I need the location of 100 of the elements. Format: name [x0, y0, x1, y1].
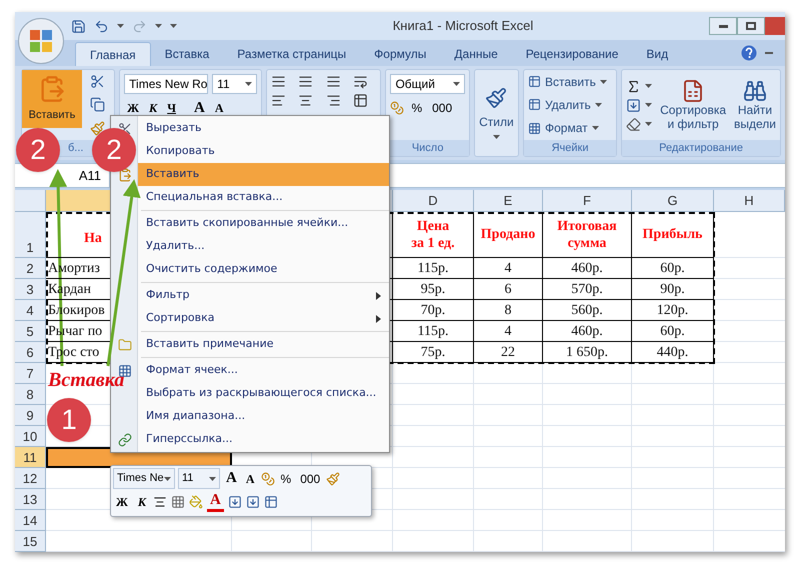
menu-item[interactable]: Выбрать из раскрывающегося списка...	[138, 382, 389, 405]
italic-button[interactable]: К	[134, 492, 150, 512]
row-header[interactable]: 15	[15, 531, 46, 552]
caret-icon	[645, 103, 652, 107]
font-name-field[interactable]: Times New Ro	[124, 74, 208, 94]
ribbon-tab[interactable]: Формулы	[360, 42, 440, 66]
table-cell: Итоговая сумма	[543, 212, 632, 258]
wrap-text-icon	[352, 74, 368, 89]
row-header[interactable]: 7	[15, 363, 46, 384]
sort-filter-button[interactable]: Сортировка и фильтр	[660, 79, 726, 131]
minimize-button[interactable]	[709, 17, 737, 35]
thousands-button[interactable]: 000	[297, 468, 324, 488]
shrink-font-button[interactable]: A	[212, 98, 227, 118]
row-header[interactable]: 1	[15, 212, 46, 258]
caret-icon	[209, 476, 216, 480]
row-header[interactable]: 4	[15, 300, 46, 321]
row-header[interactable]: 2	[15, 258, 46, 279]
row-header[interactable]: 10	[15, 426, 46, 447]
button-label: выдели	[734, 117, 776, 131]
menu-item[interactable]: Вставить	[138, 163, 389, 186]
office-logo-icon	[28, 28, 54, 54]
table-cell: Цена за 1 ед.	[393, 212, 474, 258]
caret-icon	[645, 84, 652, 88]
bold-button[interactable]: Ж	[113, 492, 131, 512]
grow-font-button[interactable]: A	[191, 98, 208, 118]
menu-item[interactable]: Формат ячеек...	[138, 359, 389, 382]
currency-icon	[260, 472, 275, 486]
font-size-field[interactable]: 11	[178, 468, 220, 489]
paste-button[interactable]: Вставить	[22, 70, 82, 128]
column-header[interactable]: G	[632, 190, 714, 211]
menu-item[interactable]: Гиперссылка...	[138, 428, 389, 451]
table-cell: 75р.	[393, 342, 474, 363]
menu-item[interactable]: Фильтр	[138, 284, 389, 307]
align-center-icon	[153, 495, 168, 509]
ribbon-tab[interactable]: Разметка страницы	[223, 42, 360, 66]
merge-icon	[264, 495, 278, 509]
undo-icon	[94, 18, 109, 34]
menu-item[interactable]: Сортировка	[138, 307, 389, 330]
row-header[interactable]: 14	[15, 510, 46, 531]
caret-icon	[594, 102, 602, 107]
row-header[interactable]: 11	[15, 447, 46, 468]
caret-icon	[452, 82, 460, 86]
save-icon	[71, 18, 86, 34]
table-cell: 95р.	[393, 279, 474, 300]
table-cell	[474, 363, 543, 384]
caret-icon	[244, 82, 252, 86]
percent-button[interactable]: %	[408, 98, 426, 118]
row-header[interactable]: 9	[15, 405, 46, 426]
ribbon-tab[interactable]: Вид	[632, 42, 682, 66]
cells-button[interactable]: Формат	[528, 119, 612, 138]
menu-item[interactable]: Имя диапазона...	[138, 405, 389, 428]
number-format-field[interactable]: Общий	[390, 74, 465, 94]
grow-font-button[interactable]: A	[223, 468, 240, 488]
table-cell: 1 650р.	[543, 342, 632, 363]
menu-item[interactable]: Вырезать	[138, 117, 389, 140]
percent-button[interactable]: %	[278, 468, 294, 488]
help-icon[interactable]	[741, 45, 757, 61]
cells-button[interactable]: Вставить	[528, 72, 612, 91]
table-cell: 4	[474, 321, 543, 342]
menu-item[interactable]: Специальная вставка...	[138, 186, 389, 209]
column-header[interactable]: H	[714, 190, 785, 211]
menu-item[interactable]: Удалить...	[138, 235, 389, 258]
row-header[interactable]: 12	[15, 468, 46, 489]
window-title: Книга1 - Microsoft Excel	[392, 17, 534, 36]
font-name-field[interactable]: Times Ne	[113, 468, 175, 489]
row-header[interactable]: 13	[15, 489, 46, 510]
row-header[interactable]: 6	[15, 342, 46, 363]
menu-item[interactable]: Очистить содержимое	[138, 258, 389, 281]
ribbon-tab[interactable]: Вставка	[150, 42, 224, 66]
align-center-icon	[298, 93, 314, 108]
underline-button[interactable]: Ч	[164, 98, 179, 118]
table-cell	[474, 468, 543, 489]
menu-item[interactable]: Копировать	[138, 140, 389, 163]
table-cell	[474, 510, 543, 531]
column-header[interactable]: F	[543, 190, 632, 211]
ribbon-tab[interactable]: Данные	[440, 42, 512, 66]
font-color-button[interactable]: A	[207, 492, 224, 512]
find-button[interactable]: Найти выдели	[734, 79, 776, 131]
column-header[interactable]: E	[474, 190, 543, 211]
brush-icon	[326, 472, 340, 486]
cells-button[interactable]: Удалить	[528, 96, 612, 114]
italic-button[interactable]: К	[146, 98, 160, 118]
menu-item[interactable]: Вставить примечание	[138, 333, 389, 356]
menu-item[interactable]: Вставить скопированные ячейки...	[138, 212, 389, 235]
row-header[interactable]: 8	[15, 384, 46, 405]
column-header[interactable]: D	[393, 190, 474, 211]
caret-icon	[492, 135, 500, 139]
maximize-button[interactable]	[737, 17, 765, 35]
ribbon-tab[interactable]: Рецензирование	[512, 42, 632, 66]
shrink-font-button[interactable]: A	[242, 468, 258, 488]
thousands-button[interactable]: 000	[429, 98, 456, 118]
bold-button[interactable]: Ж	[124, 98, 142, 118]
table-cell: 4	[474, 258, 543, 279]
row-header[interactable]: 3	[15, 279, 46, 300]
office-button[interactable]	[18, 18, 64, 64]
row-header[interactable]: 5	[15, 321, 46, 342]
font-size-field[interactable]: 11	[212, 74, 257, 94]
button-label: Найти	[738, 103, 772, 117]
button-label: Сортировка	[660, 103, 726, 117]
ribbon-tab[interactable]: Главная	[75, 42, 151, 66]
